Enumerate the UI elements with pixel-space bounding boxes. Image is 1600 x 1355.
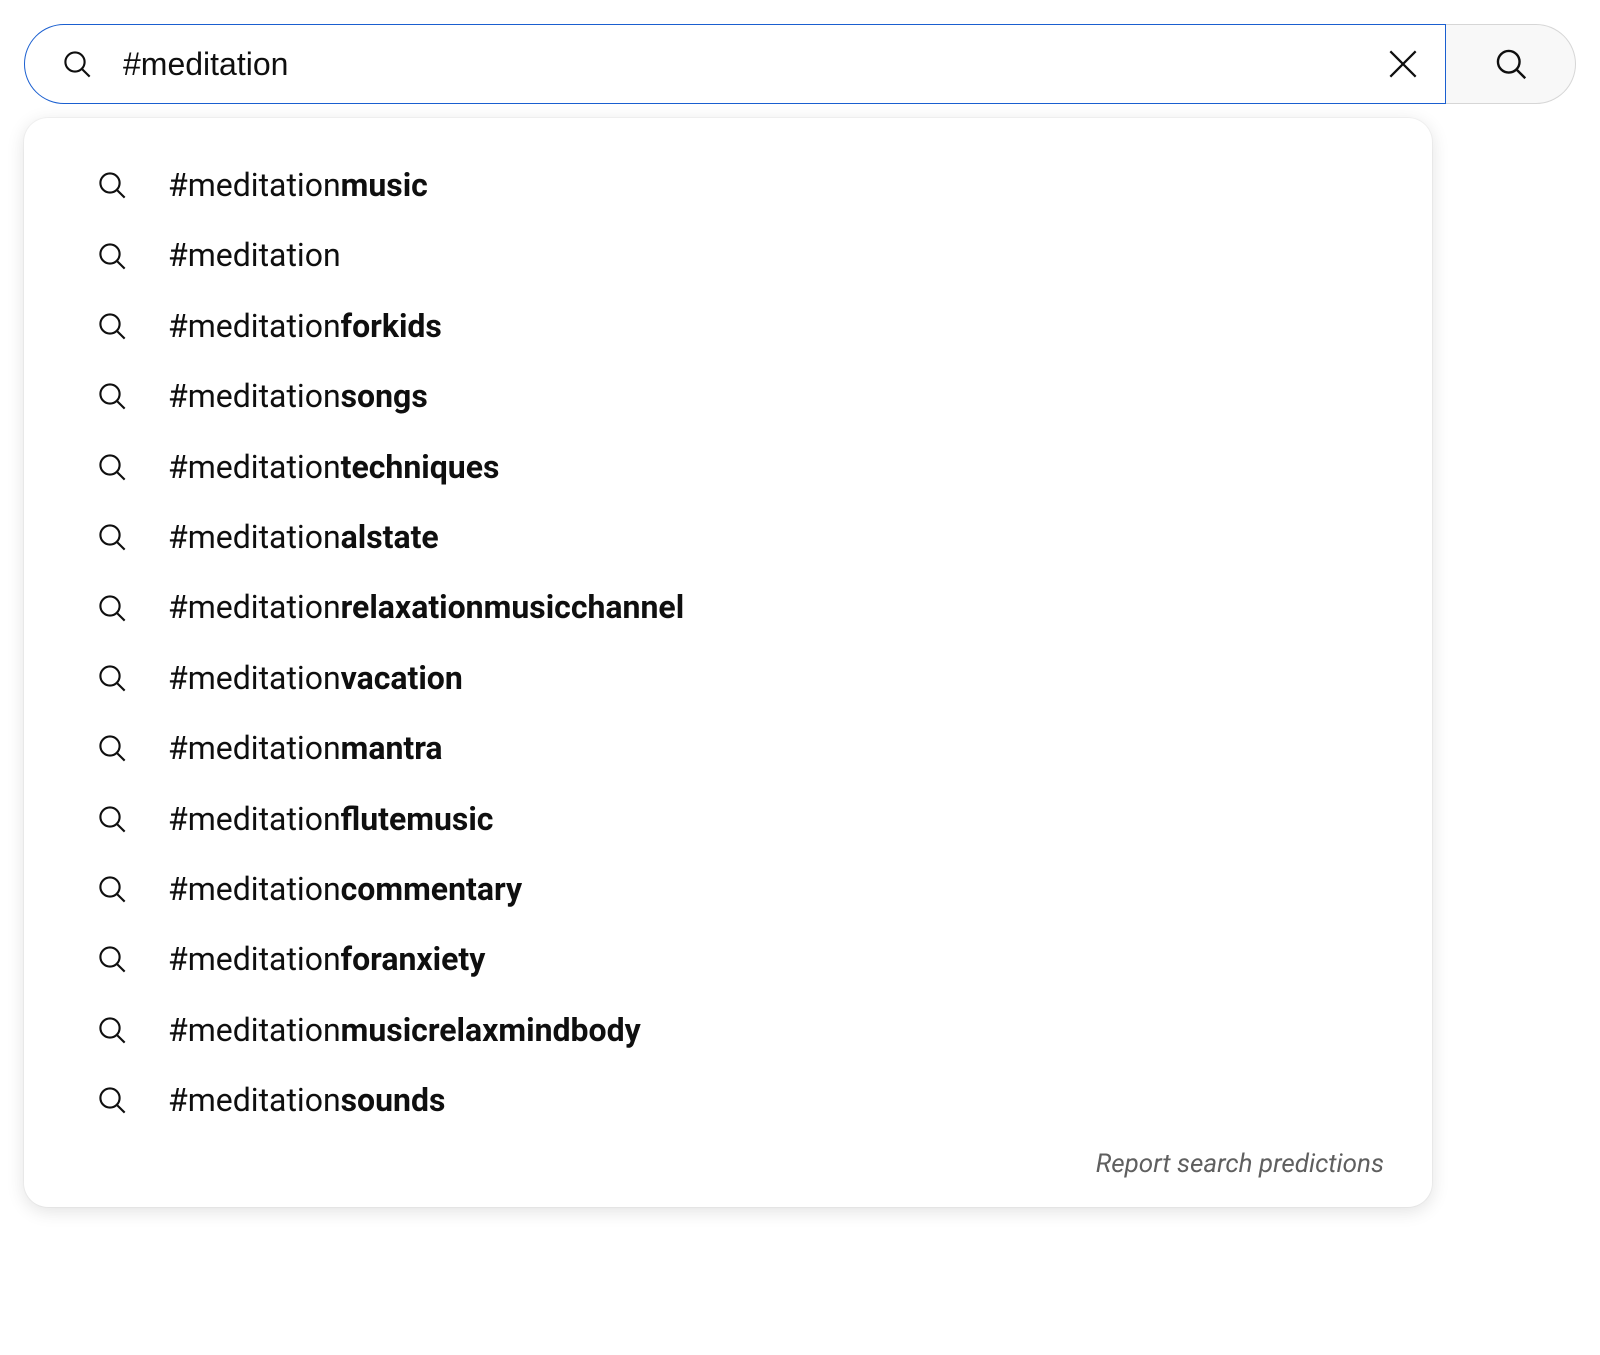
- suggestion-prefix: #meditation: [168, 166, 341, 204]
- suggestion-prefix: #meditation: [168, 729, 341, 767]
- suggestion-bold: musicrelaxmindbody: [341, 1011, 641, 1049]
- suggestion-text: #meditationalstate: [168, 518, 439, 556]
- suggestion-bold: flutemusic: [341, 800, 494, 838]
- suggestion-text: #meditationvacation: [168, 659, 463, 697]
- suggestion-item[interactable]: #meditationforanxiety: [24, 924, 1432, 994]
- suggestion-item[interactable]: #meditationtechniques: [24, 432, 1432, 502]
- suggestion-text: #meditationforkids: [168, 307, 442, 345]
- suggestion-text: #meditationsongs: [168, 377, 428, 415]
- suggestion-item[interactable]: #meditation: [24, 220, 1432, 290]
- suggestion-prefix: #meditation: [168, 236, 341, 274]
- suggestion-bold: alstate: [341, 518, 439, 556]
- suggestion-prefix: #meditation: [168, 588, 341, 626]
- report-predictions: Report search predictions: [24, 1135, 1432, 1189]
- clear-button[interactable]: [1381, 42, 1425, 86]
- report-predictions-link[interactable]: Report search predictions: [1096, 1149, 1384, 1179]
- suggestion-text: #meditationmusic: [168, 166, 428, 204]
- suggestion-bold: techniques: [341, 448, 500, 486]
- suggestion-item[interactable]: #meditationvacation: [24, 643, 1432, 713]
- search-icon: [61, 48, 93, 80]
- suggestion-bold: commentary: [341, 870, 522, 908]
- suggestion-item[interactable]: #meditationmusic: [24, 150, 1432, 220]
- suggestions-dropdown: #meditationmusic#meditation#meditationfo…: [24, 118, 1432, 1207]
- suggestion-item[interactable]: #meditationrelaxationmusicchannel: [24, 572, 1432, 642]
- search-icon: [96, 1084, 128, 1116]
- suggestion-bold: forkids: [341, 307, 442, 345]
- suggestion-prefix: #meditation: [168, 307, 341, 345]
- suggestion-text: #meditationflutemusic: [168, 800, 493, 838]
- suggestion-bold: music: [341, 166, 428, 204]
- search-icon: [96, 943, 128, 975]
- suggestion-text: #meditationsounds: [168, 1081, 445, 1119]
- search-input[interactable]: [123, 46, 1381, 83]
- search-icon: [96, 451, 128, 483]
- suggestion-prefix: #meditation: [168, 800, 341, 838]
- suggestion-prefix: #meditation: [168, 659, 341, 697]
- search-icon: [96, 803, 128, 835]
- suggestion-bold: relaxationmusicchannel: [341, 588, 685, 626]
- suggestion-prefix: #meditation: [168, 1081, 341, 1119]
- search-icon: [96, 732, 128, 764]
- search-icon: [96, 521, 128, 553]
- search-icon: [96, 310, 128, 342]
- suggestion-bold: mantra: [341, 729, 443, 767]
- suggestion-item[interactable]: #meditationmusicrelaxmindbody: [24, 995, 1432, 1065]
- suggestion-text: #meditationmusicrelaxmindbody: [168, 1011, 641, 1049]
- suggestion-item[interactable]: #meditationsounds: [24, 1065, 1432, 1135]
- suggestion-text: #meditationtechniques: [168, 448, 499, 486]
- suggestion-prefix: #meditation: [168, 940, 341, 978]
- search-icon: [96, 240, 128, 272]
- suggestion-text: #meditationcommentary: [168, 870, 522, 908]
- search-submit-button[interactable]: [1446, 24, 1576, 104]
- suggestion-bold: foranxiety: [341, 940, 486, 978]
- close-icon: [1384, 45, 1422, 83]
- suggestion-item[interactable]: #meditationflutemusic: [24, 784, 1432, 854]
- suggestion-text: #meditationrelaxationmusicchannel: [168, 588, 684, 626]
- suggestion-item[interactable]: #meditationforkids: [24, 291, 1432, 361]
- suggestion-text: #meditation: [168, 236, 341, 274]
- suggestion-item[interactable]: #meditationcommentary: [24, 854, 1432, 924]
- search-icon: [96, 873, 128, 905]
- suggestion-prefix: #meditation: [168, 1011, 341, 1049]
- search-icon: [96, 662, 128, 694]
- suggestion-prefix: #meditation: [168, 448, 341, 486]
- suggestion-prefix: #meditation: [168, 518, 341, 556]
- search-bar: [24, 24, 1576, 104]
- search-box: [24, 24, 1446, 104]
- suggestion-text: #meditationmantra: [168, 729, 443, 767]
- search-icon: [96, 380, 128, 412]
- suggestion-bold: songs: [341, 377, 428, 415]
- suggestion-text: #meditationforanxiety: [168, 940, 485, 978]
- search-icon: [1493, 46, 1529, 82]
- search-icon: [96, 592, 128, 624]
- suggestion-prefix: #meditation: [168, 870, 341, 908]
- suggestion-item[interactable]: #meditationsongs: [24, 361, 1432, 431]
- suggestion-prefix: #meditation: [168, 377, 341, 415]
- suggestion-item[interactable]: #meditationmantra: [24, 713, 1432, 783]
- suggestion-bold: sounds: [341, 1081, 446, 1119]
- suggestion-bold: vacation: [341, 659, 463, 697]
- search-icon: [96, 1014, 128, 1046]
- suggestion-item[interactable]: #meditationalstate: [24, 502, 1432, 572]
- search-icon: [96, 169, 128, 201]
